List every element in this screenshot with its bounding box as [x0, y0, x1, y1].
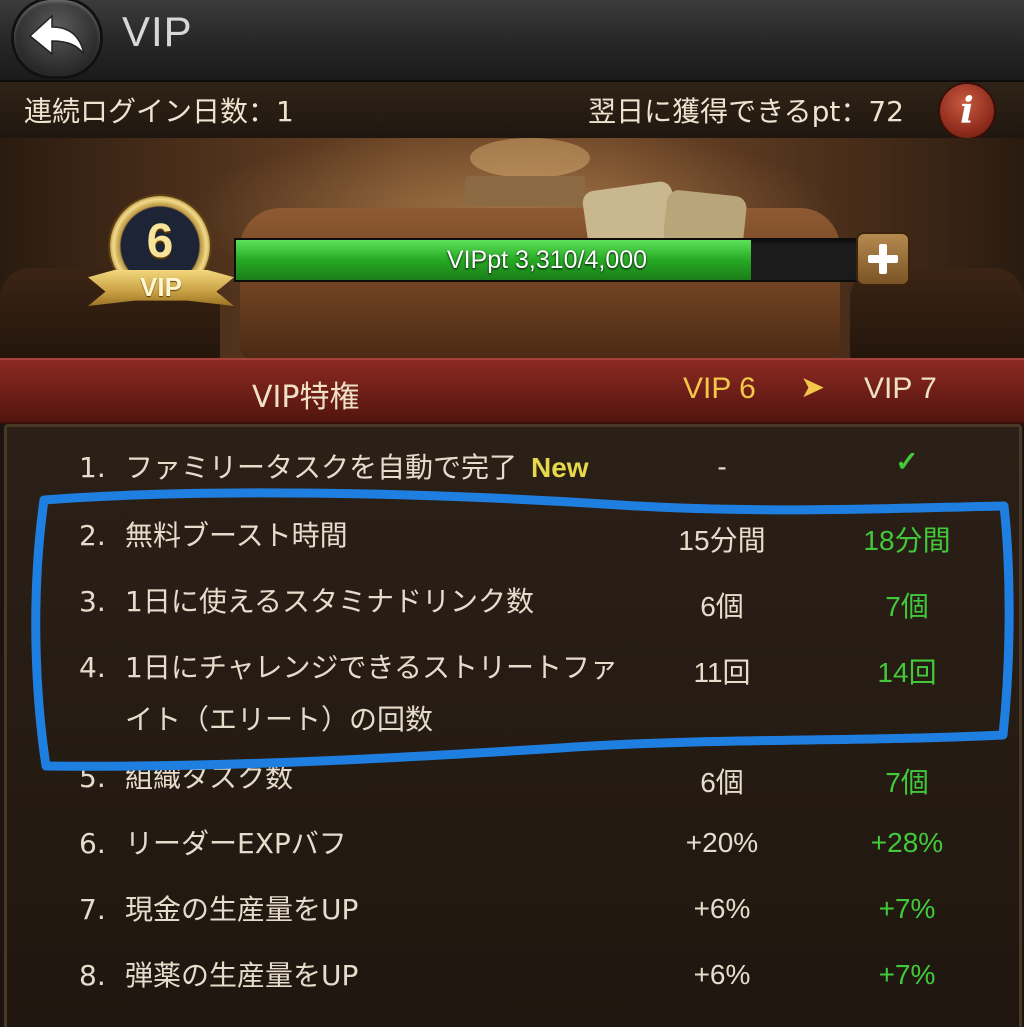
- row-number: 3.: [79, 585, 106, 618]
- row-current-value: 15分間: [678, 525, 766, 556]
- lamp-glow: [470, 138, 590, 178]
- banner-table: [465, 176, 585, 206]
- page-title: VIP: [122, 8, 193, 55]
- arrow-right-icon: ➤: [800, 370, 826, 405]
- row-number: 6.: [79, 827, 106, 860]
- row-number: 2.: [79, 519, 106, 552]
- row-number: 5.: [79, 761, 106, 794]
- row-current-value: 6個: [700, 591, 744, 622]
- row-number: 7.: [79, 893, 106, 926]
- row-number: 8.: [79, 959, 106, 992]
- back-arrow-icon: [28, 14, 85, 56]
- vip-level-badge: 6 VIP: [88, 196, 238, 316]
- current-vip-level: VIP 6: [683, 372, 756, 405]
- row-name: 1日にチャレンジできるストリートファイト（エリート）の回数: [125, 651, 618, 736]
- plus-icon: [879, 244, 887, 274]
- row-name: ファミリータスクを自動で完了 New: [125, 442, 645, 494]
- consecutive-login-days: 連続ログイン日数：1: [24, 95, 294, 128]
- banner-sofa: [240, 208, 840, 358]
- privilege-header-label: VIP特権: [252, 380, 360, 415]
- row-current-value: 11回: [693, 657, 751, 688]
- top-bar: VIP: [0, 0, 1024, 82]
- row-next-value: 7個: [885, 767, 929, 798]
- row-name: リーダーEXPバフ: [125, 827, 347, 860]
- new-badge: New: [531, 452, 589, 483]
- privilege-header: VIP特権 VIP 6 ➤ VIP 7: [0, 358, 1024, 424]
- row-name: 無料ブースト時間: [125, 519, 348, 552]
- row-next-value: 14回: [877, 657, 937, 688]
- row-current-value: 6個: [700, 767, 744, 798]
- checkmark-icon: ✓: [895, 446, 919, 477]
- row-number: 4.: [79, 651, 106, 684]
- row-name: 弾薬の生産量をUP: [125, 959, 359, 992]
- next-vip-level: VIP 7: [864, 372, 937, 405]
- login-info-bar: 連続ログイン日数：1 翌日に獲得できるpt：72 i: [0, 82, 1024, 138]
- progress-label: VIPpt 3,310/4,000: [446, 246, 648, 274]
- vip-level-number: 6: [146, 215, 174, 268]
- privilege-list[interactable]: 1. ファミリータスクを自動で完了 New - ✓ 2. 無料ブースト時間 15分…: [4, 424, 1022, 1027]
- info-icon[interactable]: i: [940, 84, 994, 138]
- row-next-value: +28%: [870, 827, 944, 858]
- row-next-value: +7%: [878, 959, 936, 990]
- row-name-text: ファミリータスクを自動で完了: [125, 451, 518, 484]
- row-next-value: +7%: [878, 893, 936, 924]
- row-current-value: +6%: [693, 893, 751, 924]
- row-name: 現金の生産量をUP: [125, 893, 359, 926]
- next-day-points: 翌日に獲得できるpt：72: [588, 95, 904, 128]
- row-next-value: 18分間: [863, 525, 951, 556]
- row-name: 組織タスク数: [125, 761, 294, 794]
- row-next-value: 7個: [885, 591, 929, 622]
- row-current-value: +20%: [685, 827, 759, 858]
- vip-points-progress-bar: VIPpt 3,310/4,000: [234, 238, 860, 282]
- row-current-value: -: [717, 451, 727, 482]
- vip-badge-label: VIP: [140, 272, 182, 302]
- row-name: 1日に使えるスタミナドリンク数: [125, 585, 534, 618]
- back-button[interactable]: [14, 0, 100, 76]
- add-vip-points-button[interactable]: [858, 234, 908, 284]
- row-current-value: +6%: [693, 959, 751, 990]
- row-number: 1.: [79, 451, 106, 484]
